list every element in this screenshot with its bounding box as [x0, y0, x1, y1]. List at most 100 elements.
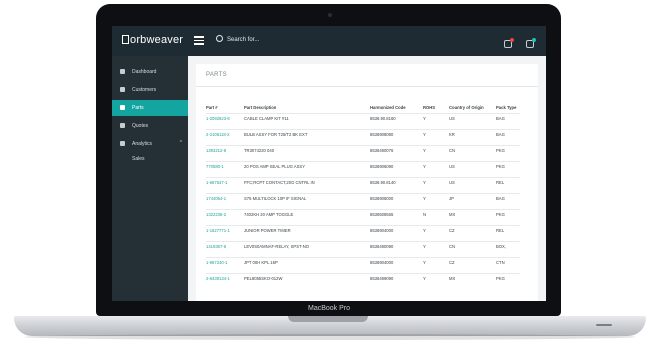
messages-icon[interactable] — [526, 38, 536, 48]
search-icon — [216, 35, 223, 42]
search-bar[interactable]: Search for... — [216, 35, 259, 43]
table-row[interactable]: 1322236-2 7402KH 20 AMP TOGGLE 8536508565 N… — [206, 209, 520, 226]
table-cell: Y — [423, 129, 449, 146]
sidebar-item-customers[interactable]: Customers — [112, 82, 188, 98]
search-label: Search for... — [227, 37, 260, 43]
table-cell: PEL8055SKO-012W — [244, 273, 370, 289]
user-icon — [120, 87, 125, 92]
table-cell: 8536490090 — [370, 241, 423, 258]
table-cell: 8536490076 — [370, 145, 423, 162]
column-header[interactable]: Country of Origin — [449, 94, 496, 114]
table-cell: S75 MULTILOCK 10P IF SIGNAL — [244, 193, 370, 210]
table-row[interactable]: 1-1627771-1 JUNIOR POWER TIMER 8536904000 Y… — [206, 225, 520, 242]
table-cell: REL — [496, 177, 520, 194]
table-cell: Y — [423, 113, 449, 130]
laptop-notch — [288, 316, 368, 322]
table-cell: JUNIOR POWER TIMER — [244, 225, 370, 242]
sidebar-item-analytics[interactable]: Analytics ^ — [112, 136, 188, 152]
sidebar: Dashboard Customers Parts Quotes Analyti… — [112, 56, 188, 301]
page-title: PARTS — [206, 72, 227, 78]
gear-icon — [120, 105, 125, 110]
sidebar-item-quotes[interactable]: Quotes — [112, 118, 188, 134]
parts-card: PARTS Part # Part Description Harmonized… — [196, 64, 538, 301]
column-header[interactable]: Pack Type — [496, 94, 520, 114]
notification-badge — [509, 38, 514, 42]
column-header[interactable]: Part # — [206, 94, 244, 114]
table-cell: CN — [449, 145, 496, 162]
table-cell: PKG — [496, 273, 520, 289]
part-number-link[interactable]: 2-2106118-2 — [206, 129, 244, 146]
chart-icon — [120, 141, 125, 146]
table-cell: JP — [449, 193, 496, 210]
table-body: 1-2092623-8 CABLE CLAMP KIT #11 8536.90.81… — [206, 113, 520, 289]
sidebar-item-label: Quotes — [132, 123, 149, 129]
part-number-link[interactable]: 2-6439134-1 — [206, 273, 244, 289]
table-cell: BAG — [496, 129, 520, 146]
table-cell: PKG — [496, 161, 520, 178]
table-cell: PKG — [496, 145, 520, 162]
table-cell: PKG — [496, 209, 520, 226]
table-cell: BULB ASSY FOR T25/T2 BK EXT — [244, 129, 370, 146]
table-cell: 8536904000 — [370, 257, 423, 274]
column-header[interactable]: Part Description — [244, 94, 370, 114]
table-cell: TR3074220 040 — [244, 145, 370, 162]
part-number-link[interactable]: 1-1627771-1 — [206, 225, 244, 242]
part-number-link[interactable]: 1393212-8 — [206, 145, 244, 162]
part-number-link[interactable]: 770580-1 — [206, 161, 244, 178]
laptop-shadow — [24, 334, 636, 340]
column-header[interactable]: Harmonized Code — [370, 94, 423, 114]
table-row[interactable]: 1-2092623-8 CABLE CLAMP KIT #11 8536.90.81… — [206, 113, 520, 130]
part-number-link[interactable]: 1744064-1 — [206, 193, 244, 210]
table-cell: 8536.90.8140 — [370, 177, 423, 194]
table-row[interactable]: 1-667547-1 FFC;RCPT CONTACT,20G CNTRL IN 8… — [206, 177, 520, 194]
sidebar-item-parts[interactable]: Parts — [112, 100, 188, 116]
column-header[interactable]: ROHS — [423, 94, 449, 114]
logo-icon — [122, 35, 129, 44]
table-row[interactable]: 2-2106118-2 BULB ASSY FOR T25/T2 BK EXT 85… — [206, 129, 520, 146]
table-row[interactable]: 2-6439134-1 PEL8055SKO-012W 8536499090 Y MX P… — [206, 273, 520, 289]
app-screen: orbweaver Search for... Dashboard Custom… — [112, 26, 546, 301]
table-cell: 8536906090 — [370, 161, 423, 178]
sidebar-item-label: Analytics — [132, 141, 153, 147]
table-cell: US — [449, 113, 496, 130]
table-cell: Y — [423, 193, 449, 210]
table-cell: Y — [423, 257, 449, 274]
part-number-link[interactable]: 1-667547-1 — [206, 177, 244, 194]
table-row[interactable]: 770580-1 20 POS AMP SEAL PLUG ASSY 8536906… — [206, 161, 520, 178]
table-row[interactable]: 1-967240-1 JPT 00H KPL 16P 8536904000 Y CZ CT… — [206, 257, 520, 274]
table-cell: US — [449, 177, 496, 194]
table-cell: Y — [423, 145, 449, 162]
table-cell: Y — [423, 241, 449, 258]
table-row[interactable]: 1419367-6 LEV0S0AMNAF-RELAY, SPST-NO 85364… — [206, 241, 520, 258]
table-row[interactable]: 1393212-8 TR3074220 040 8536490076 Y CN PKG — [206, 145, 520, 162]
part-number-link[interactable]: 1-967240-1 — [206, 257, 244, 274]
sidebar-item-label: Dashboard — [132, 69, 157, 75]
notification-icon[interactable] — [503, 38, 514, 48]
part-number-link[interactable]: 1419367-6 — [206, 241, 244, 258]
table-cell: 8536906000 — [370, 193, 423, 210]
sidebar-item-dashboard[interactable]: Dashboard — [112, 64, 188, 80]
table-cell: 8536499090 — [370, 273, 423, 289]
app-logo[interactable]: orbweaver — [122, 34, 183, 46]
device-label: MacBook Pro — [307, 305, 351, 312]
table-cell: Y — [423, 273, 449, 289]
sidebar-item-label: Customers — [132, 87, 157, 93]
parts-table: Part # Part Description Harmonized Code … — [206, 94, 520, 289]
table-cell: 20 POS AMP SEAL PLUG ASSY — [244, 161, 370, 178]
table-row[interactable]: 1744064-1 S75 MULTILOCK 10P IF SIGNAL 8536… — [206, 193, 520, 210]
table-cell: BOX, — [496, 241, 520, 258]
table-cell: LEV0S0AMNAF-RELAY, SPST-NO — [244, 241, 370, 258]
top-bar: orbweaver Search for... — [112, 26, 546, 56]
menu-icon[interactable] — [194, 36, 204, 45]
table-cell: 8536508565 — [370, 209, 423, 226]
camera-icon — [328, 13, 332, 17]
table-cell: 8536904000 — [370, 225, 423, 242]
table-cell: N — [423, 209, 449, 226]
home-icon — [120, 69, 125, 74]
table-cell: US — [449, 161, 496, 178]
table-cell: CN — [449, 241, 496, 258]
part-number-link[interactable]: 1322236-2 — [206, 209, 244, 226]
table-cell: FFC;RCPT CONTACT,20G CNTRL IN — [244, 177, 370, 194]
sidebar-subitem-sales[interactable]: Sales — [132, 156, 145, 162]
part-number-link[interactable]: 1-2092623-8 — [206, 113, 244, 130]
